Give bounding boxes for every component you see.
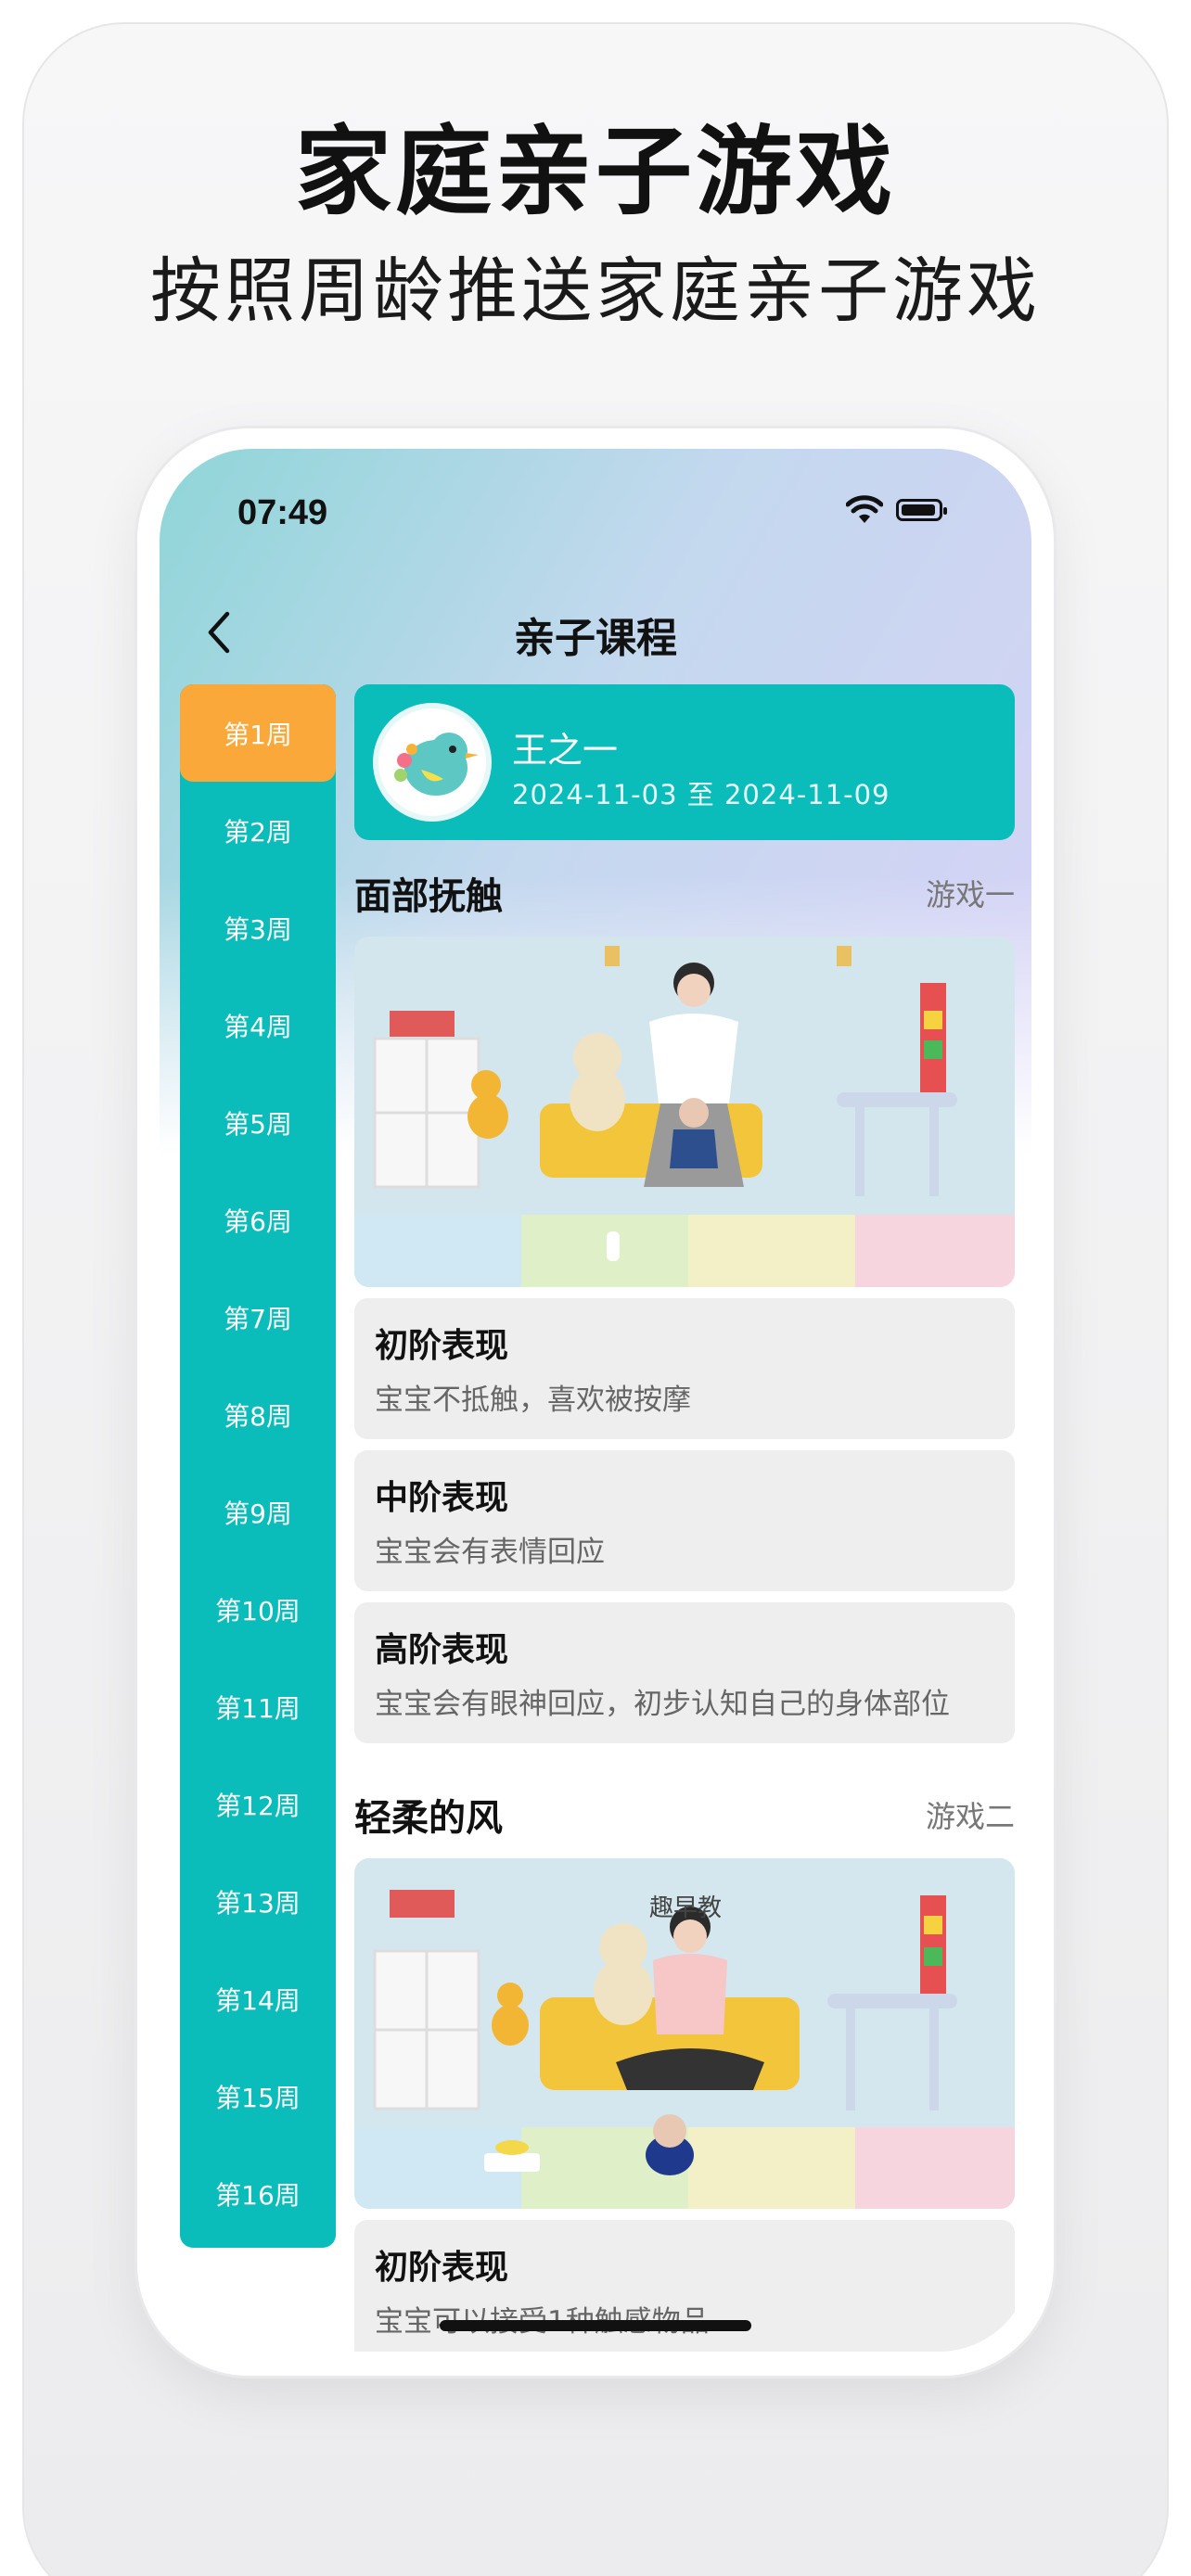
- week-item-6[interactable]: 第6周: [180, 1171, 336, 1269]
- game-tag: 游戏二: [925, 1799, 1015, 1834]
- week-item-9[interactable]: 第9周: [180, 1463, 336, 1561]
- game-video-thumbnail[interactable]: [354, 937, 1015, 1287]
- week-item-8[interactable]: 第8周: [180, 1366, 336, 1463]
- bird-avatar-icon: [373, 703, 492, 822]
- game-video-thumbnail[interactable]: 趣早教: [354, 1858, 1015, 2209]
- battery-icon: [896, 499, 947, 521]
- week-item-10[interactable]: 第10周: [180, 1561, 336, 1658]
- game-title: 轻柔的风: [354, 1797, 503, 1840]
- wifi-icon: [846, 495, 883, 523]
- week-item-7[interactable]: 第7周: [180, 1269, 336, 1366]
- game-header: 轻柔的风 游戏二: [354, 1743, 1015, 1858]
- status-time: 07:49: [237, 493, 328, 532]
- stage-description: 宝宝会有表情回应: [375, 1536, 605, 1569]
- stage-title: 高阶表现: [375, 1631, 509, 1669]
- week-item-15[interactable]: 第15周: [180, 2047, 336, 2145]
- stage-card: 初阶表现 宝宝可以接受1种触感物品: [354, 2220, 1015, 2352]
- week-date-range: 2024-11-03 至 2024-11-09: [512, 779, 890, 810]
- course-content: 王之一 2024-11-03 至 2024-11-09 面部抚触 游戏一 初阶表…: [354, 684, 1015, 2352]
- promo-subline: 按照周龄推送家庭亲子游戏: [150, 249, 1041, 332]
- stage-title: 初阶表现: [375, 1327, 509, 1365]
- game-tag: 游戏一: [925, 877, 1015, 912]
- video-sign-text: 趣早教: [649, 1894, 722, 1922]
- promo-headline: 家庭亲子游戏: [294, 115, 896, 228]
- week-sidebar: 第1周 第2周 第3周 第4周 第5周 第6周 第7周 第8周 第9周 第10周…: [180, 684, 336, 2248]
- week-item-2[interactable]: 第2周: [180, 782, 336, 879]
- stage-card: 高阶表现 宝宝会有眼神回应，初步认知自己的身体部位: [354, 1602, 1015, 1743]
- week-item-11[interactable]: 第11周: [180, 1658, 336, 1755]
- week-item-1[interactable]: 第1周: [180, 684, 336, 782]
- week-item-14[interactable]: 第14周: [180, 1950, 336, 2047]
- week-item-16[interactable]: 第16周: [180, 2145, 336, 2242]
- week-item-3[interactable]: 第3周: [180, 879, 336, 976]
- stage-title: 中阶表现: [375, 1479, 509, 1517]
- week-item-13[interactable]: 第13周: [180, 1853, 336, 1950]
- stage-description: 宝宝不抵触，喜欢被按摩: [375, 1384, 691, 1417]
- stage-title: 初阶表现: [375, 2249, 509, 2287]
- game-header: 面部抚触 游戏一: [354, 840, 1015, 937]
- stage-description: 宝宝会有眼神回应，初步认知自己的身体部位: [375, 1688, 950, 1721]
- child-profile-card[interactable]: 王之一 2024-11-03 至 2024-11-09: [354, 684, 1015, 840]
- child-name: 王之一: [512, 730, 619, 771]
- app-screen: 07:49 亲子课程 第1周 第2周 第3周 第4周 第5周 第6周 第7周 第…: [160, 449, 1031, 2352]
- stage-card: 初阶表现 宝宝不抵触，喜欢被按摩: [354, 1298, 1015, 1439]
- page-title: 亲子课程: [514, 615, 677, 662]
- week-item-12[interactable]: 第12周: [180, 1755, 336, 1853]
- week-item-5[interactable]: 第5周: [180, 1074, 336, 1171]
- home-indicator[interactable]: [440, 2320, 751, 2331]
- week-item-4[interactable]: 第4周: [180, 976, 336, 1074]
- game-title: 面部抚触: [354, 875, 503, 918]
- stage-card: 中阶表现 宝宝会有表情回应: [354, 1450, 1015, 1591]
